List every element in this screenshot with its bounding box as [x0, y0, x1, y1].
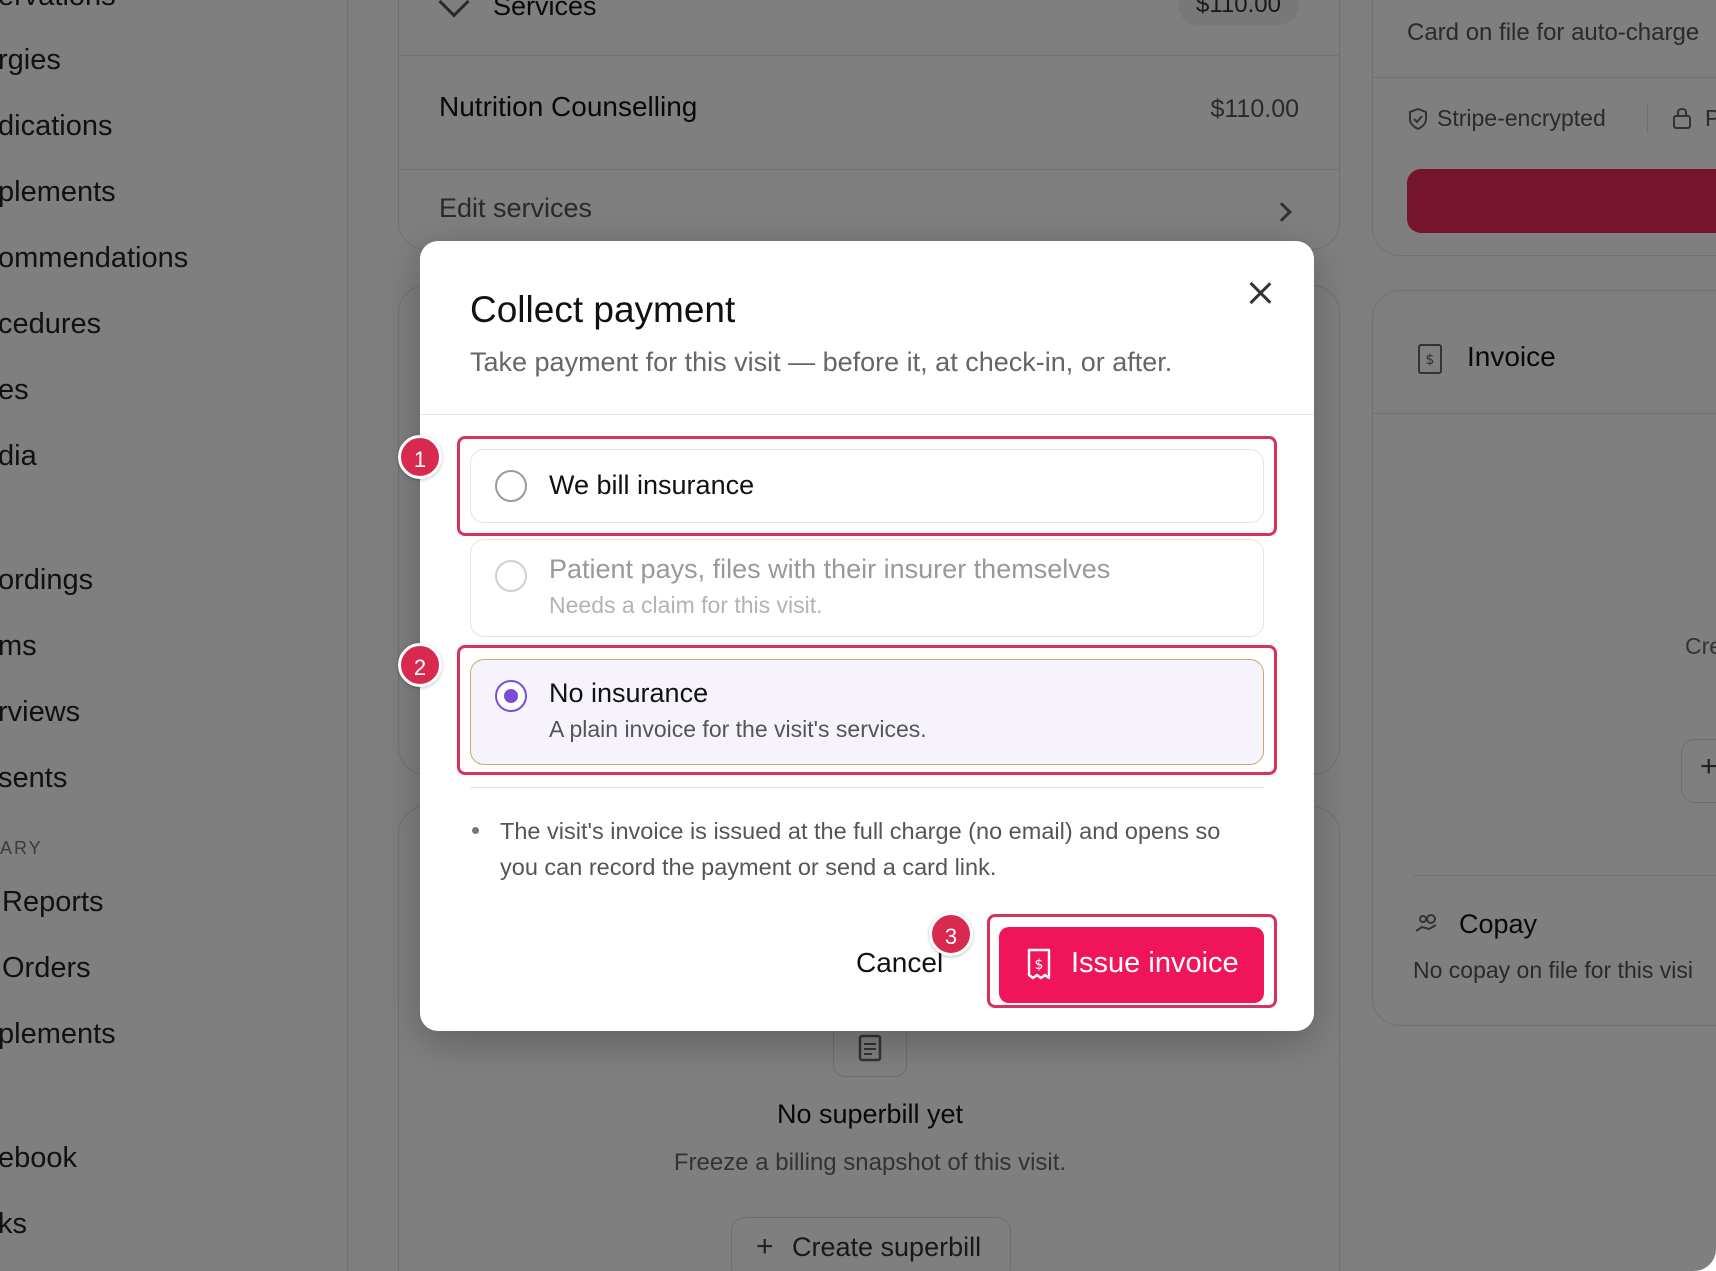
collect-payment-dialog: Collect payment Take payment for this vi…	[420, 241, 1314, 1031]
radio-button[interactable]	[495, 560, 527, 592]
close-icon[interactable]	[1242, 275, 1278, 311]
invoice-note: The visit's invoice is issued at the ful…	[500, 818, 1221, 880]
annotation-highlight	[457, 436, 1277, 536]
bullet-icon	[472, 827, 479, 834]
option-label: Patient pays, files with their insurer t…	[549, 554, 1111, 584]
option-patient-pays[interactable]: Patient pays, files with their insurer t…	[470, 539, 1264, 637]
step-badge: 1	[398, 435, 442, 479]
dialog-subtitle: Take payment for this visit — before it,…	[470, 347, 1173, 377]
annotation-highlight	[987, 914, 1277, 1008]
step-badge: 2	[398, 643, 442, 687]
divider	[420, 414, 1314, 415]
step-badge: 3	[929, 912, 973, 956]
dialog-title: Collect payment	[470, 289, 736, 330]
app-window: ervations rgies dications plements ommen…	[0, 0, 1716, 1271]
divider	[470, 787, 1264, 788]
cancel-button[interactable]: Cancel	[856, 947, 943, 979]
annotation-highlight	[457, 645, 1277, 775]
option-description: Needs a claim for this visit.	[549, 592, 823, 618]
